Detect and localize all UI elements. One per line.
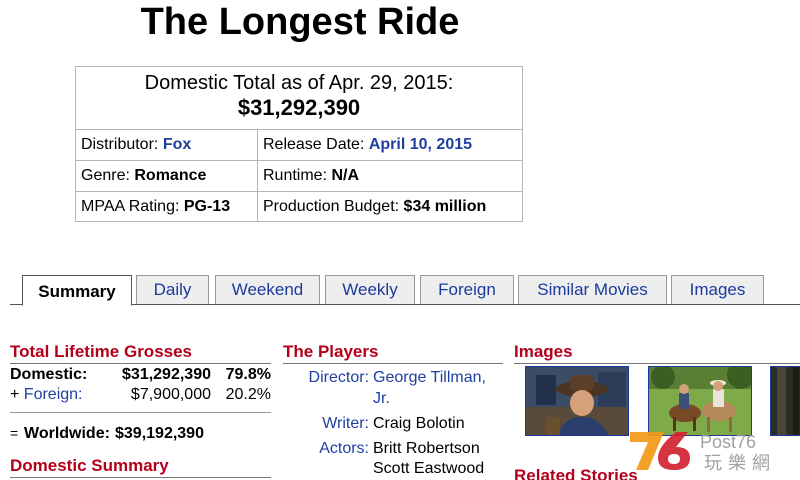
domestic-total-header: Domestic Total as of Apr. 29, 2015: $31,… <box>76 67 522 130</box>
foreign-link[interactable]: Foreign: <box>24 386 83 403</box>
distributor-link[interactable]: Fox <box>163 136 191 153</box>
actor-name: Scott Eastwood <box>373 460 485 477</box>
forest-scene-image <box>771 367 800 435</box>
movie-still-thumbnail[interactable] <box>525 366 629 436</box>
actor-name: Britt Robertson <box>373 440 480 457</box>
budget-cell: Production Budget: $34 million <box>258 192 523 223</box>
worldwide-gross-value: $39,192,390 <box>115 425 204 442</box>
lifetime-grosses-rule <box>10 363 271 364</box>
related-stories-heading: Related Stories <box>514 466 638 480</box>
distributor-label: Distributor: <box>81 136 159 153</box>
mpaa-value: PG-13 <box>183 198 231 215</box>
tab-daily[interactable]: Daily <box>136 275 209 304</box>
foreign-plus-sign: + <box>10 386 20 403</box>
worldwide-equals-sign: = <box>10 425 19 441</box>
release-date-cell: Release Date: April 10, 2015 <box>258 130 523 161</box>
svg-text:Post76: Post76 <box>700 432 756 452</box>
director-link-line1[interactable]: George Tillman, <box>373 367 486 388</box>
director-label: Director: <box>308 369 369 386</box>
domestic-gross-percent: 79.8% <box>225 366 271 383</box>
mpaa-cell: MPAA Rating: PG-13 <box>76 192 257 223</box>
tab-similar-movies[interactable]: Similar Movies <box>518 275 667 304</box>
release-date-label: Release Date: <box>263 136 365 153</box>
site-watermark: Post76 玩樂網 <box>628 428 793 474</box>
genre-cell: Genre: Romance <box>76 161 257 192</box>
movie-still-thumbnail[interactable] <box>770 366 800 436</box>
images-heading: Images <box>514 342 573 361</box>
actors-label: Actors: <box>319 440 369 457</box>
runtime-label: Runtime: <box>263 167 328 184</box>
mpaa-label: MPAA Rating: <box>81 198 180 215</box>
cowboy-portrait-image <box>526 367 628 435</box>
runtime-value: N/A <box>331 167 360 184</box>
genre-value: Romance <box>134 167 207 184</box>
budget-label: Production Budget: <box>263 198 400 215</box>
domestic-total-value: $31,292,390 <box>237 95 361 120</box>
svg-text:玩樂網: 玩樂網 <box>704 453 776 473</box>
foreign-row-label: + Foreign: <box>10 385 83 405</box>
players-rule <box>283 363 503 364</box>
writer-name: Craig Bolotin <box>373 415 465 432</box>
tab-images[interactable]: Images <box>671 275 764 304</box>
domestic-summary-rule <box>10 477 271 478</box>
distributor-cell: Distributor: Fox <box>76 130 257 161</box>
director-link-line2[interactable]: Jr. <box>373 388 390 409</box>
tab-summary[interactable]: Summary <box>22 275 132 306</box>
tab-weekend[interactable]: Weekend <box>215 275 320 304</box>
page-title: The Longest Ride <box>140 1 460 43</box>
domestic-gross-value: $31,292,390 <box>122 366 211 383</box>
release-date-link[interactable]: April 10, 2015 <box>369 136 472 153</box>
players-heading: The Players <box>283 342 379 361</box>
domestic-summary-heading: Domestic Summary <box>10 456 169 475</box>
tab-foreign[interactable]: Foreign <box>420 275 514 304</box>
foreign-gross-percent: 20.2% <box>225 386 271 403</box>
movie-info-box: Domestic Total as of Apr. 29, 2015: $31,… <box>75 66 523 222</box>
runtime-cell: Runtime: N/A <box>258 161 523 192</box>
lifetime-grosses-heading: Total Lifetime Grosses <box>10 342 193 361</box>
horse-riders-image <box>649 367 751 435</box>
movie-still-thumbnail[interactable] <box>648 366 752 436</box>
tab-weekly[interactable]: Weekly <box>325 275 415 304</box>
writer-label: Writer: <box>322 415 369 432</box>
grosses-divider <box>10 412 271 413</box>
budget-value: $34 million <box>403 198 487 215</box>
post76-logo: Post76 玩樂網 <box>630 432 776 474</box>
images-rule <box>514 363 800 364</box>
domestic-total-caption: Domestic Total as of Apr. 29, 2015: <box>144 72 454 94</box>
genre-label: Genre: <box>81 167 130 184</box>
domestic-label: Domestic: <box>10 366 88 383</box>
foreign-gross-value: $7,900,000 <box>130 386 211 403</box>
worldwide-label: Worldwide: <box>24 425 110 442</box>
